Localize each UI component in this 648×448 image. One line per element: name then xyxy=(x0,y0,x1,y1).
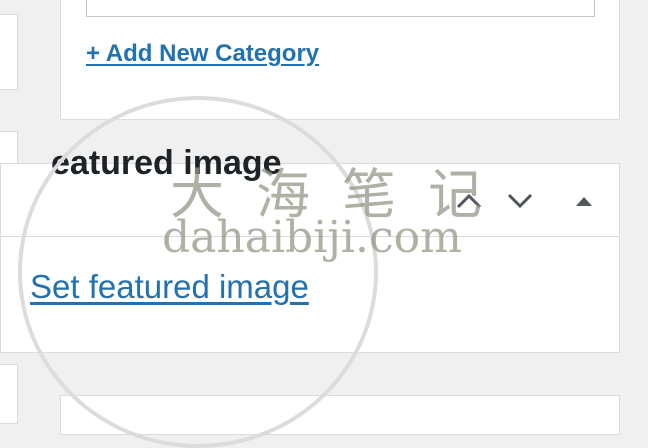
move-down-button[interactable] xyxy=(503,184,537,218)
chevron-up-icon xyxy=(456,193,482,209)
categories-panel: + Add New Category xyxy=(60,0,620,120)
category-list-box[interactable] xyxy=(86,0,595,17)
next-panel xyxy=(60,395,620,435)
set-featured-image-link[interactable]: Set featured image xyxy=(30,268,309,306)
chevron-down-icon xyxy=(507,193,533,209)
triangle-up-icon xyxy=(576,197,592,206)
add-new-category-link[interactable]: + Add New Category xyxy=(86,40,319,68)
toggle-panel-button[interactable] xyxy=(567,184,601,218)
move-up-button[interactable] xyxy=(452,184,486,218)
featured-image-panel: eatured image Set featured image xyxy=(0,144,620,353)
featured-image-title: eatured image xyxy=(51,144,282,182)
sidebar-box xyxy=(0,14,18,90)
featured-image-header: eatured image xyxy=(1,144,619,237)
sidebar-box xyxy=(0,364,18,424)
